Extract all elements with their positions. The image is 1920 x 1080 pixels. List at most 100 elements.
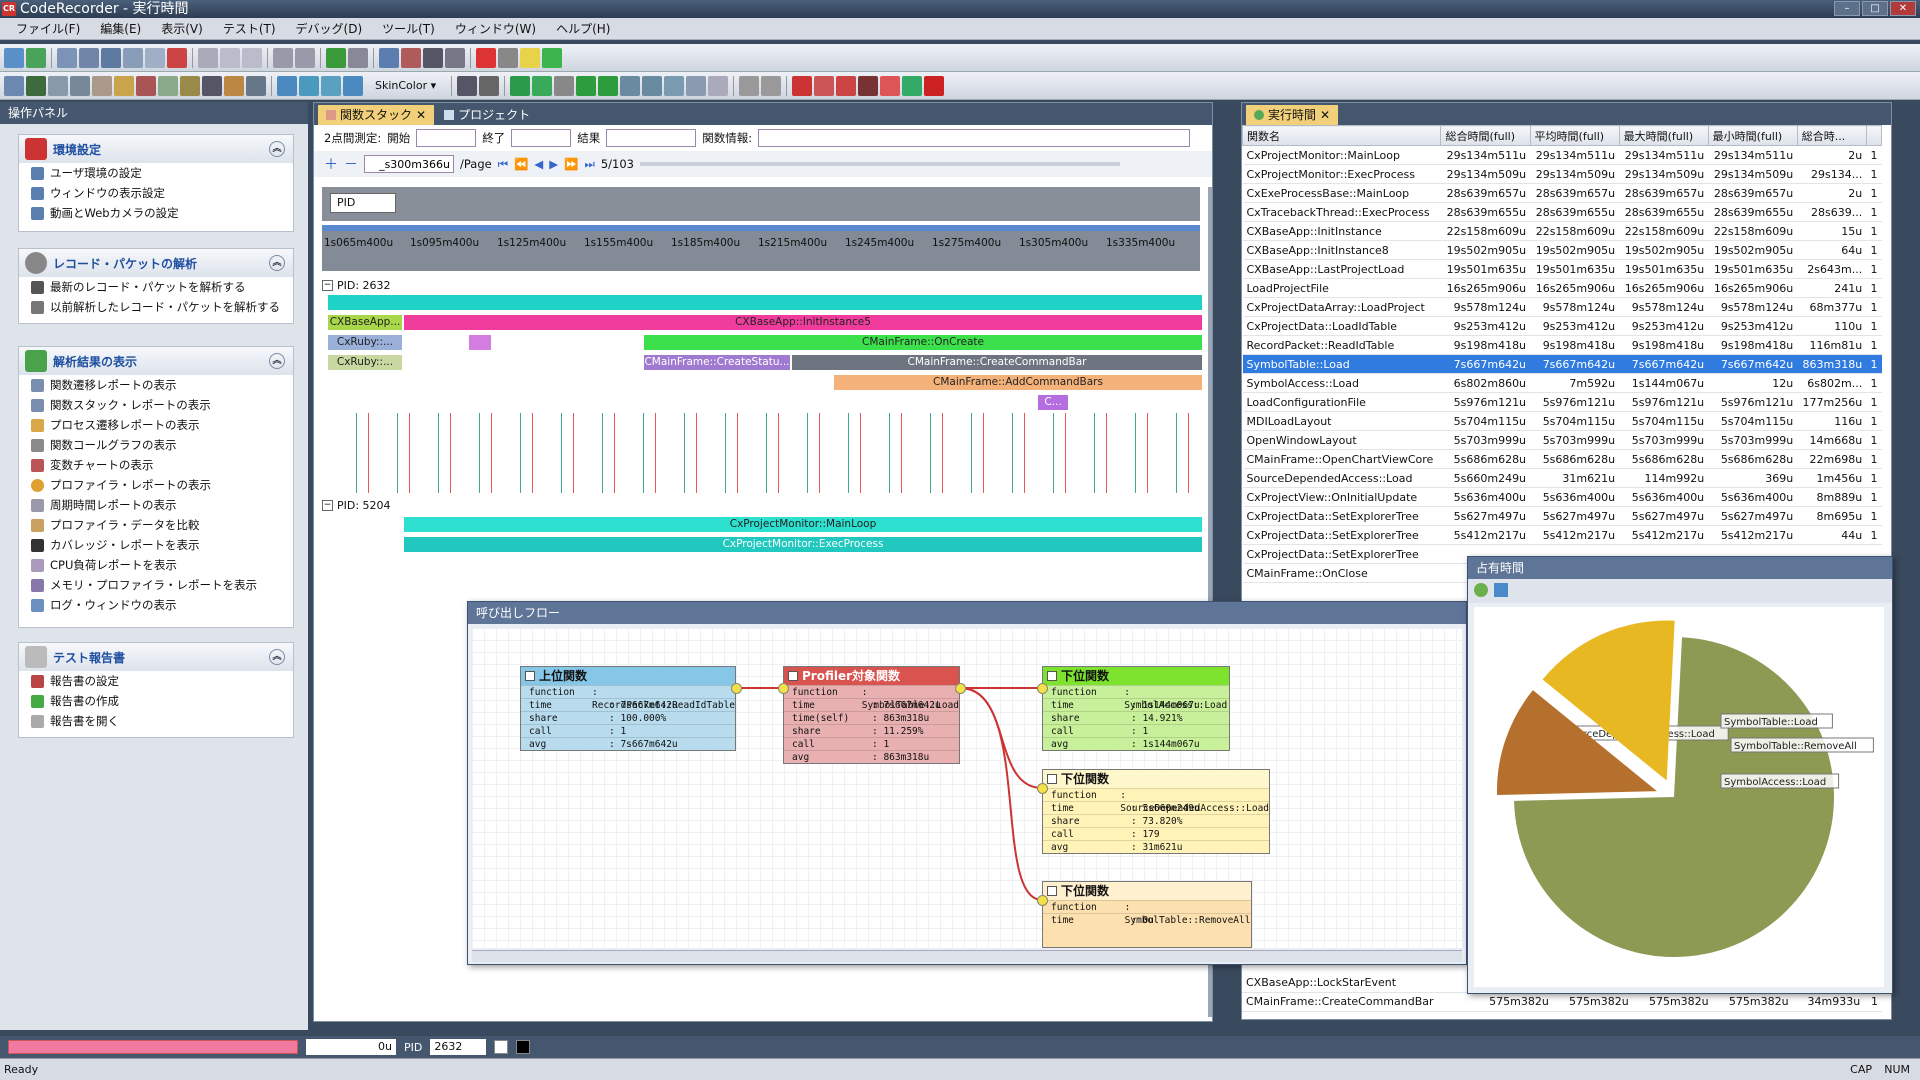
stack-bar[interactable]: CxRuby::... xyxy=(328,335,402,350)
skin-color-dropdown[interactable]: SkinColor ▾ xyxy=(369,79,442,92)
go-icon[interactable] xyxy=(510,75,531,96)
panel-item[interactable]: 報告書を開く xyxy=(19,711,293,731)
collapse-icon[interactable]: ︽ xyxy=(269,353,285,369)
panel-item[interactable]: ログ・ウィンドウの表示 xyxy=(19,595,293,615)
nav4-icon[interactable] xyxy=(343,75,363,96)
table-row[interactable]: SourceDependedAccess::Load 5s660m249u 31m6… xyxy=(1242,468,1882,488)
table-row[interactable]: LoadConfigurationFile 5s976m121u 5s976m121… xyxy=(1242,392,1882,412)
window-icon[interactable] xyxy=(379,47,399,68)
add-icon[interactable] xyxy=(26,47,46,68)
report-icon[interactable] xyxy=(792,75,813,96)
graph3-icon[interactable] xyxy=(664,75,685,96)
chart-icon[interactable] xyxy=(136,75,156,96)
stack-bar[interactable] xyxy=(469,335,491,350)
end-select[interactable] xyxy=(511,129,572,147)
maximize-button[interactable]: □ xyxy=(1862,1,1888,16)
compare-icon[interactable] xyxy=(246,75,266,96)
panel-item[interactable]: 変数チャートの表示 xyxy=(19,455,293,475)
stack-bar[interactable]: CMainFrame::CreateStatu... xyxy=(644,355,790,370)
color-box[interactable] xyxy=(494,1040,509,1054)
save-icon[interactable] xyxy=(101,47,121,68)
table-row[interactable]: MDILoadLayout 5s704m115u 5s704m115u 5s704m1… xyxy=(1242,411,1882,431)
table-row[interactable]: CxProjectData::LoadIdTable 9s253m412u 9s25… xyxy=(1242,316,1882,336)
collapse-icon[interactable]: ︽ xyxy=(269,649,285,665)
table-row[interactable]: CXBaseApp::LastProjectLoad 19s501m635u 19s… xyxy=(1242,259,1882,279)
expand-icon[interactable] xyxy=(788,671,798,681)
panel-item[interactable]: プロファイラ・レポートの表示 xyxy=(19,475,293,495)
collapse-icon[interactable]: ︽ xyxy=(269,141,285,157)
nav2-icon[interactable] xyxy=(299,75,319,96)
color-box-black[interactable] xyxy=(516,1040,531,1054)
stop-icon[interactable] xyxy=(498,47,518,68)
stack-bar[interactable]: CMainFrame::AddCommandBars xyxy=(834,375,1202,390)
forward-icon[interactable] xyxy=(576,75,597,96)
lower-function-node-2[interactable]: 下位関数 function: SourceDependedAccess::Loa… xyxy=(1042,769,1270,854)
monitor-icon[interactable] xyxy=(26,75,46,96)
panel-item[interactable]: 報告書の作成 xyxy=(19,691,293,711)
report3-icon[interactable] xyxy=(836,75,857,96)
tab-function-stack[interactable]: 関数スタック ✕ xyxy=(318,105,435,125)
target-function-node[interactable]: Profiler対象関数 function: SymbolTable::Load… xyxy=(783,666,960,764)
page-slider[interactable] xyxy=(639,162,1120,166)
page-size-input[interactable] xyxy=(364,155,454,173)
build-icon[interactable] xyxy=(348,47,368,68)
column-header[interactable]: 最大時間(full) xyxy=(1618,125,1709,146)
close-window-icon[interactable] xyxy=(401,47,421,68)
prev-icon[interactable]: ◀ xyxy=(534,157,543,171)
stack-bar[interactable]: CxProjectMonitor::MainLoop xyxy=(404,517,1202,532)
cpu-icon[interactable] xyxy=(158,75,178,96)
table-row[interactable]: CXBaseApp::InitInstance8 19s502m905u 19s50… xyxy=(1242,240,1882,260)
table-row[interactable]: CxProjectView::OnInitialUpdate 5s636m400u… xyxy=(1242,487,1882,507)
book-icon[interactable] xyxy=(858,75,879,96)
pid-5204-label[interactable]: − PID: 5204 xyxy=(322,499,391,512)
step-icon[interactable] xyxy=(554,75,575,96)
table-row[interactable]: RecordPacket::ReadIdTable 9s198m418u 9s198… xyxy=(1242,335,1882,355)
grid-icon[interactable] xyxy=(4,75,24,96)
process-icon[interactable] xyxy=(114,75,134,96)
panel-item[interactable]: ウィンドウの表示設定 xyxy=(19,183,293,203)
find-icon[interactable] xyxy=(445,47,465,68)
graph5-icon[interactable] xyxy=(708,75,729,96)
stack-icon[interactable] xyxy=(92,75,112,96)
stack-bar[interactable]: CXBaseApp::InitInstance5 xyxy=(404,315,1202,330)
report2-icon[interactable] xyxy=(814,75,835,96)
table-row[interactable]: CxProjectDataArray::LoadProject 9s578m124… xyxy=(1242,297,1882,317)
table-row[interactable]: CMainFrame::OpenChartViewCore 5s686m628u 5… xyxy=(1242,449,1882,469)
table-row[interactable]: CxProjectData::SetExplorerTree 5s627m497u… xyxy=(1242,506,1882,526)
stack-bar[interactable] xyxy=(328,295,1202,310)
stack-bar[interactable]: CxRuby::... xyxy=(328,355,402,370)
table-row[interactable]: OpenWindowLayout 5s703m999u 5s703m999u 5s70… xyxy=(1242,430,1882,450)
panel-item[interactable]: 関数コールグラフの表示 xyxy=(19,435,293,455)
redo-icon[interactable] xyxy=(295,47,315,68)
table-row[interactable]: CxProjectMonitor::MainLoop 29s134m511u 29s… xyxy=(1242,145,1882,165)
table-row[interactable]: CxExeProcessBase::MainLoop 28s639m657u 28s… xyxy=(1242,183,1882,203)
time-scrollbar[interactable] xyxy=(322,225,1200,231)
binoculars-icon[interactable] xyxy=(423,47,443,68)
graph-icon[interactable] xyxy=(620,75,641,96)
table-row[interactable]: CxProjectData::SetExplorerTree 5s412m217u… xyxy=(1242,525,1882,545)
up-icon[interactable] xyxy=(598,75,619,96)
print-icon[interactable] xyxy=(145,47,165,68)
pause-icon[interactable] xyxy=(520,47,540,68)
column-header[interactable]: 総合時間(full) xyxy=(1440,125,1531,146)
zoom-out-icon[interactable]: － xyxy=(344,154,358,174)
expand-icon[interactable] xyxy=(1047,886,1057,896)
pid-2632-label[interactable]: − PID: 2632 xyxy=(322,279,391,292)
nav3-icon[interactable] xyxy=(321,75,341,96)
copy-icon[interactable] xyxy=(220,47,240,68)
bar-chart-icon[interactable] xyxy=(1494,583,1508,597)
prev-fast-icon[interactable]: ⏪ xyxy=(514,157,528,171)
stack-bar[interactable]: C... xyxy=(1038,395,1068,410)
hand2-icon[interactable] xyxy=(761,75,782,96)
person-icon[interactable] xyxy=(902,75,923,96)
table-row[interactable]: CxProjectMonitor::ExecProcess 29s134m509u… xyxy=(1242,164,1882,184)
close-icon[interactable]: ✕ xyxy=(416,105,426,125)
stack-bar[interactable]: CMainFrame::CreateCommandBar xyxy=(792,355,1202,370)
go2-icon[interactable] xyxy=(532,75,553,96)
pie-icon[interactable] xyxy=(1474,583,1488,597)
table-row[interactable]: LoadProjectFile 16s265m906u 16s265m906u 16s… xyxy=(1242,278,1882,298)
table-row[interactable]: SymbolTable::Load 7s667m642u 7s667m642u 7s6… xyxy=(1242,354,1882,374)
menu-test[interactable]: テスト(T) xyxy=(213,20,286,37)
table-row[interactable]: CXBaseApp::InitInstance 22s158m609u 22s158… xyxy=(1242,221,1882,241)
panel-item[interactable]: 周期時間レポートの表示 xyxy=(19,495,293,515)
